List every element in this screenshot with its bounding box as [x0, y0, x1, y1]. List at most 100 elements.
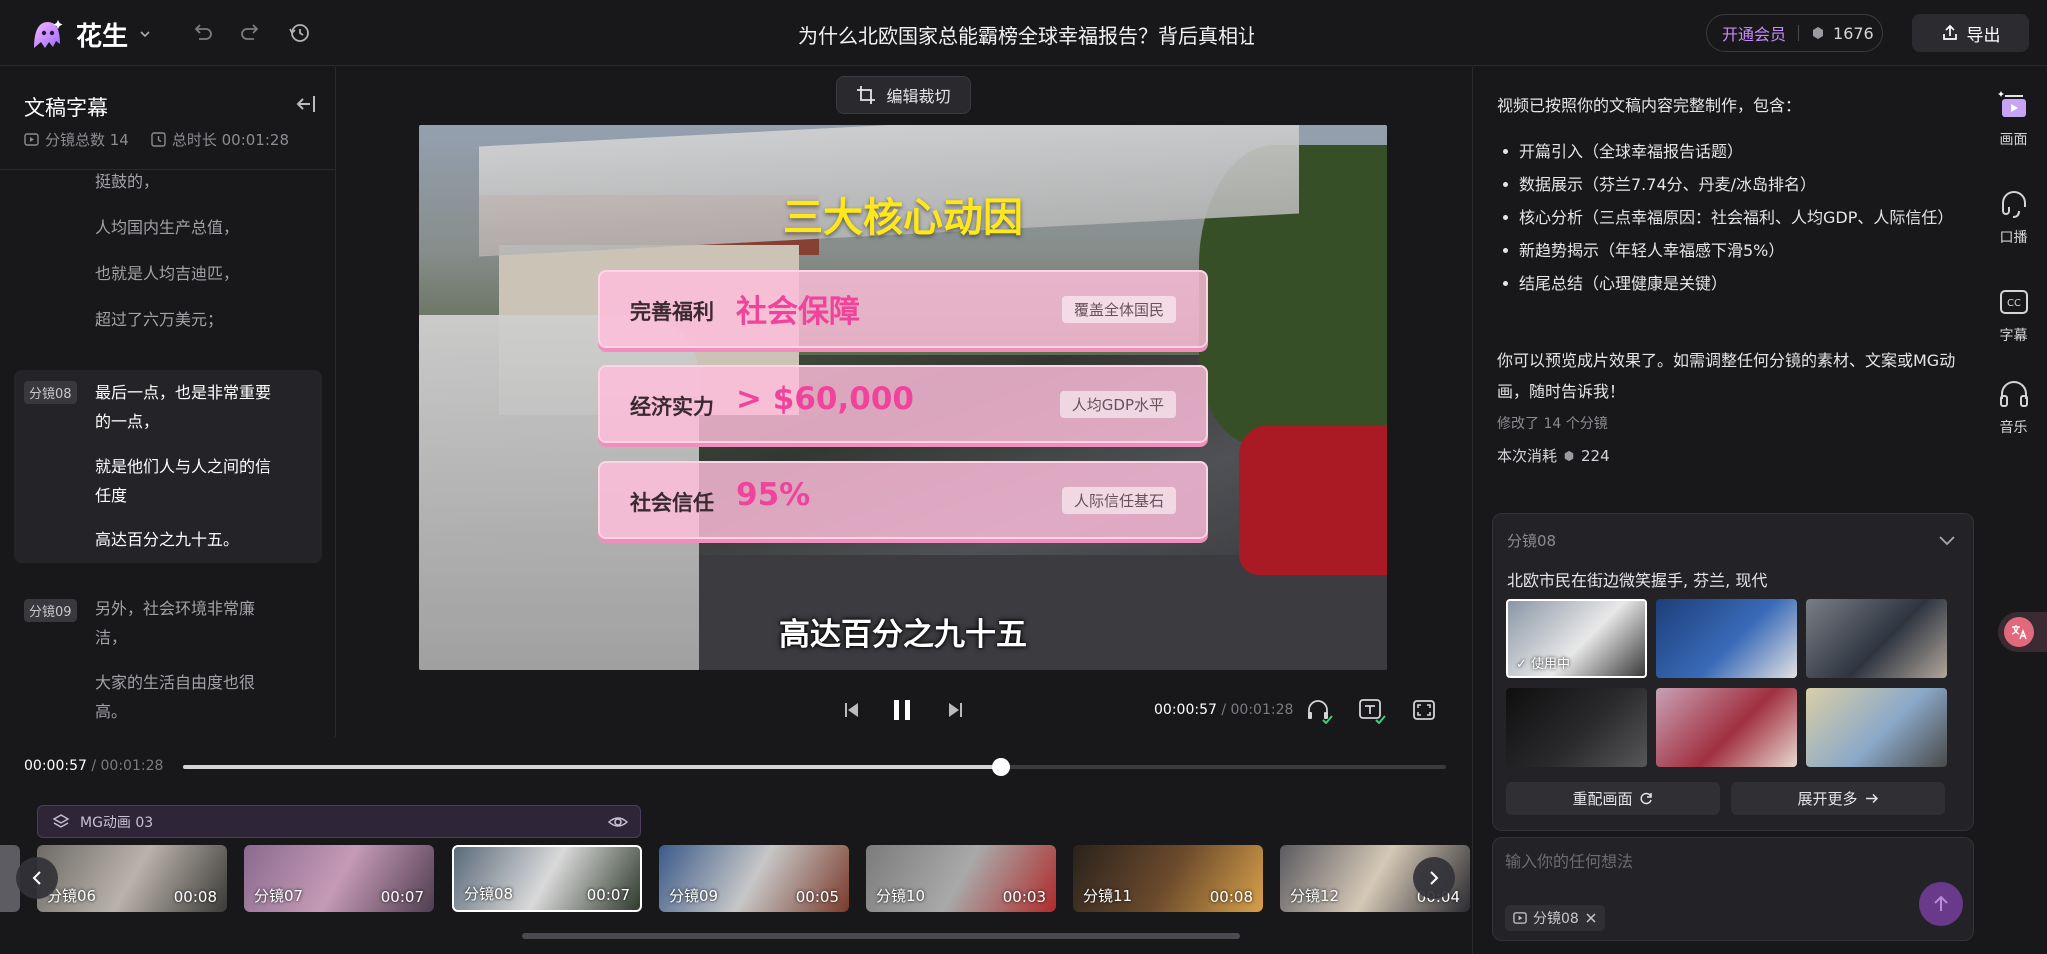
material-thumbnail[interactable]: ✓ 使用中: [1506, 599, 1647, 678]
next-icon[interactable]: [945, 700, 965, 720]
script-line[interactable]: 超过了六万美元；: [95, 305, 285, 334]
rail-item-music[interactable]: 音乐: [1980, 377, 2047, 437]
collapse-panel-icon[interactable]: [295, 93, 317, 115]
script-panel: 文稿字幕 分镜总数 14 总时长 00:01:28 挺鼓的， 人均国内生产总值，…: [0, 67, 336, 737]
credits-count: 1676: [1833, 23, 1874, 43]
redo-icon[interactable]: [238, 20, 264, 46]
timeline-prev-button[interactable]: [16, 857, 58, 899]
progress-handle[interactable]: [992, 758, 1011, 776]
ghost-logo-icon: [34, 20, 63, 48]
modified-note: 修改了 14 个分镜: [1497, 416, 1608, 432]
mg-card-note: 覆盖全体国民: [1061, 296, 1176, 323]
regenerate-button[interactable]: 重配画面: [1506, 782, 1720, 815]
upload-icon: [1942, 24, 1957, 40]
send-button[interactable]: [1919, 882, 1963, 926]
assistant-intro: 视频已按照你的文稿内容完整制作，包含：: [1497, 96, 1802, 115]
clip-thumbnail[interactable]: 分镜09 00:05: [659, 845, 849, 912]
clip-thumbnail[interactable]: 分镜07 00:07: [244, 845, 434, 912]
eye-icon[interactable]: [608, 813, 628, 831]
mg-card: 经济实力 > $60,000 人均GDP水平: [598, 365, 1208, 443]
clip-label: 分镜11: [1083, 887, 1133, 905]
previous-icon[interactable]: [842, 700, 862, 720]
app-root: 花生 为什么北欧国家总能霸榜全球幸福报告？背后真相让人 开通会员 1676 导出…: [0, 0, 2047, 954]
translate-button[interactable]: [1998, 612, 2047, 652]
clip-thumbnail[interactable]: 分镜06 00:08: [37, 845, 227, 912]
shot-card-header: 分镜08: [1507, 532, 1557, 550]
export-label: 导出: [1966, 25, 2001, 46]
document-title[interactable]: 为什么北欧国家总能霸榜全球幸福报告？背后真相让人: [798, 20, 1254, 49]
script-line[interactable]: 另外，社会环境非常廉洁，: [95, 594, 285, 652]
fullscreen-icon[interactable]: [1412, 699, 1436, 721]
rail-label: 画面: [1999, 132, 2028, 148]
chevron-down-icon[interactable]: [1937, 530, 1957, 550]
script-line[interactable]: 挺鼓的，: [95, 170, 285, 196]
rail-item-visual[interactable]: 画面: [1980, 89, 2047, 149]
timeline-scrollbar[interactable]: [522, 933, 1240, 939]
clip-label: 分镜08: [464, 885, 514, 903]
mg-card: 社会信任 95% 人际信任基石: [598, 461, 1208, 539]
clip-thumbnail[interactable]: 分镜11 00:08: [1073, 845, 1263, 912]
mg-layer-label: MG动画 03: [80, 814, 154, 831]
mg-card-label: 完善福利: [630, 300, 714, 324]
voiceover-toggle-icon[interactable]: [1305, 698, 1333, 724]
clip-duration: 00:08: [1209, 888, 1253, 906]
close-icon[interactable]: [1585, 912, 1597, 924]
assistant-bullets: 开篇引入（全球幸福报告话题） 数据展示（芬兰7.74分、丹麦/冰岛排名） 核心分…: [1497, 136, 1967, 301]
chat-input-box: 分镜08: [1492, 837, 1974, 941]
script-meta: 分镜总数 14 总时长 00:01:28: [24, 129, 289, 150]
app-logo[interactable]: 花生: [26, 14, 152, 54]
chevron-right-icon: [1430, 871, 1439, 885]
clip-thumbnail[interactable]: 分镜10 00:03: [866, 845, 1056, 912]
clip-duration: 00:03: [1002, 888, 1046, 906]
material-thumbnail[interactable]: [1806, 599, 1947, 678]
clip-label: 分镜09: [669, 887, 719, 905]
bullet-item: 核心分析（三点幸福原因：社会福利、人均GDP、人际信任）: [1497, 202, 1967, 233]
material-thumbnail[interactable]: [1506, 688, 1647, 767]
video-preview[interactable]: 三大核心动因 完善福利 社会保障 覆盖全体国民 经济实力 > $60,000 人…: [419, 125, 1387, 670]
clip-duration: 00:07: [586, 886, 630, 904]
script-line[interactable]: 高达百分之九十五。: [95, 525, 285, 554]
history-icon[interactable]: [286, 20, 312, 46]
mg-card-value: 95%: [736, 477, 811, 513]
visual-icon: [1997, 91, 2026, 117]
translate-icon: [2004, 617, 2034, 647]
bullet-item: 开篇引入（全球幸福报告话题）: [1497, 136, 1967, 167]
material-thumbnail[interactable]: [1656, 599, 1797, 678]
expand-more-button[interactable]: 展开更多: [1731, 782, 1945, 815]
bullet-item: 结尾总结（心理健康是关键）: [1497, 268, 1967, 299]
material-thumbnail[interactable]: [1656, 688, 1797, 767]
segment-tag[interactable]: 分镜09: [24, 599, 77, 622]
cost-label: 本次消耗: [1497, 447, 1558, 465]
timecode: 00:00:57 / 00:01:28: [1154, 702, 1293, 718]
mg-card-value: 社会保障: [736, 294, 860, 330]
rail-item-voiceover[interactable]: 口播: [1980, 187, 2047, 247]
pause-icon[interactable]: [888, 696, 916, 724]
vip-button[interactable]: 开通会员: [1722, 21, 1786, 45]
material-thumbnail[interactable]: [1806, 688, 1947, 767]
divider: [1798, 25, 1800, 41]
edit-crop-button[interactable]: 编辑裁切: [836, 76, 971, 114]
undo-icon[interactable]: [189, 20, 215, 46]
clip-thumbnail[interactable]: 分镜08 00:07: [452, 845, 642, 912]
mg-card: 完善福利 社会保障 覆盖全体国民: [598, 270, 1208, 348]
segment-tag: 分镜08: [24, 381, 77, 404]
context-chip: 分镜08: [1505, 905, 1605, 931]
clip-duration: 00:07: [380, 888, 424, 906]
current-time: 00:00:57: [24, 758, 87, 774]
chat-input[interactable]: [1505, 848, 1905, 874]
script-line[interactable]: 人均国内生产总值，: [95, 213, 285, 242]
mg-animation-layer[interactable]: MG动画 03: [37, 805, 641, 838]
export-button[interactable]: 导出: [1912, 14, 2029, 52]
headphones-icon: [1999, 381, 2028, 407]
rail-item-subtitles[interactable]: CC 字幕: [1980, 285, 2047, 345]
timeline-next-button[interactable]: [1413, 857, 1455, 899]
mg-card-label: 经济实力: [630, 395, 714, 419]
crop-icon: [857, 86, 876, 104]
subtitle-toggle-icon[interactable]: [1358, 698, 1386, 724]
script-line[interactable]: 最后一点，也是非常重要的一点，: [95, 378, 285, 436]
assistant-panel: 视频已按照你的文稿内容完整制作，包含： 开篇引入（全球幸福报告话题） 数据展示（…: [1472, 67, 1979, 954]
progress-track[interactable]: [183, 758, 1446, 776]
script-line[interactable]: 就是他们人与人之间的信任度: [95, 452, 285, 510]
script-line[interactable]: 也就是人均吉迪匹，: [95, 259, 285, 288]
video-icon: [24, 133, 39, 146]
